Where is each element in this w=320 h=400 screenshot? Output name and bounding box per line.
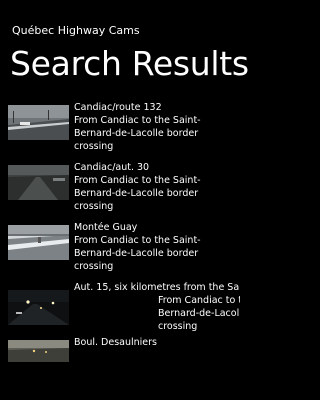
result-title: Aut. 15, six kilometres from the Saint bbox=[74, 282, 240, 293]
camera-thumbnail[interactable] bbox=[8, 290, 69, 325]
result-title: Montée Guay bbox=[74, 222, 138, 233]
app-title: Québec Highway Cams bbox=[12, 24, 140, 37]
result-description: From Candiac to the Saint- Bernard-de-La… bbox=[74, 235, 201, 272]
result-title: Boul. Desaulniers bbox=[74, 337, 157, 348]
page-title: Search Results bbox=[10, 44, 249, 83]
search-result-item[interactable]: Candiac/route 132 From Candiac to the Sa… bbox=[0, 100, 240, 160]
app-screen: { "app_title": "Québec Highway Cams", "p… bbox=[0, 0, 249, 400]
camera-thumbnail[interactable] bbox=[8, 165, 69, 200]
search-result-item[interactable]: Montée Guay From Candiac to the Saint- B… bbox=[0, 220, 240, 280]
search-results-list: Candiac/route 132 From Candiac to the Sa… bbox=[0, 100, 240, 400]
search-result-item[interactable]: Aut. 15, six kilometres from the Saint F… bbox=[0, 280, 240, 340]
result-description: From Candiac to the Saint- Bernard-de-La… bbox=[74, 115, 201, 152]
camera-thumbnail[interactable] bbox=[8, 105, 69, 140]
result-title: Candiac/route 132 bbox=[74, 102, 162, 113]
search-result-item[interactable]: Boul. Desaulniers bbox=[0, 335, 240, 395]
search-result-item[interactable]: Candiac/aut. 30 From Candiac to the Sain… bbox=[0, 160, 240, 220]
result-title: Candiac/aut. 30 bbox=[74, 162, 150, 173]
result-description: From Candiac to the Saint- Bernard-de-La… bbox=[74, 175, 201, 212]
camera-thumbnail[interactable] bbox=[8, 340, 69, 362]
camera-thumbnail[interactable] bbox=[8, 225, 69, 260]
result-description: From Candiac to the Saint- Bernard-de-La… bbox=[158, 295, 240, 332]
